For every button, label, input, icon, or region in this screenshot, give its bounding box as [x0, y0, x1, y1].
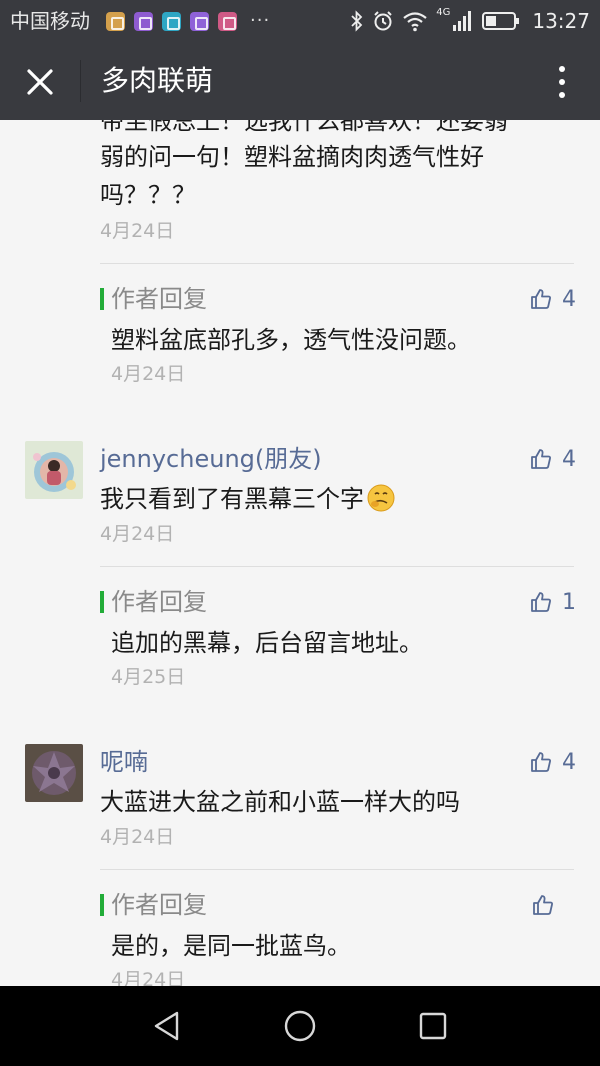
title-bar: 多肉联萌 — [0, 42, 600, 120]
page-title: 多肉联萌 — [101, 64, 214, 97]
more-notifications-label: ··· — [250, 10, 271, 31]
notification-app-icon — [134, 11, 153, 31]
more-vertical-icon — [559, 79, 565, 85]
wifi-icon — [403, 12, 427, 32]
author-reply-date: 4月24日 — [111, 363, 186, 385]
commenter-name[interactable]: 呢喃 — [100, 747, 148, 777]
recent-apps-button[interactable] — [403, 996, 463, 1056]
author-reply-text: 是的，是同一批蓝鸟。 — [111, 932, 351, 960]
comment-like-button[interactable]: 4 — [530, 444, 576, 474]
author-reply-text: 追加的黑幕，后台留言地址。 — [111, 629, 423, 657]
divider — [100, 263, 574, 264]
status-bar: 中国移动 ··· 4G 13:27 — [0, 0, 600, 42]
title-divider — [80, 60, 81, 102]
thumbs-up-icon — [531, 449, 551, 469]
like-count: 1 — [562, 589, 576, 615]
thumbs-up-icon — [531, 592, 551, 612]
comment-text-content: 我只看到了有黑幕三个字 — [100, 485, 364, 513]
triangle-back-icon — [154, 1011, 178, 1041]
more-menu-button[interactable] — [546, 60, 578, 104]
avatar-image — [25, 441, 83, 499]
like-count: 4 — [562, 446, 576, 472]
avatar[interactable] — [25, 441, 83, 499]
more-vertical-icon — [559, 92, 565, 98]
reply-like-button[interactable]: 1 — [530, 587, 576, 617]
close-icon — [27, 69, 53, 95]
notification-app-icon — [106, 11, 125, 31]
comment-item: 呢喃 4 大蓝进大盆之前和小蓝一样大的吗 4月24日 作者回复 是的，是同一批蓝… — [0, 741, 600, 986]
author-reply-text: 塑料盆底部孔多，透气性没问题。 — [111, 326, 471, 354]
thumbs-up-icon — [531, 289, 551, 309]
author-reply-label: 作者回复 — [100, 890, 207, 920]
thumbs-up-icon — [533, 895, 553, 915]
author-reply-date: 4月25日 — [111, 666, 186, 688]
notification-icons: ··· — [106, 10, 270, 32]
carrier-label: 中国移动 — [10, 9, 90, 33]
clock-label: 13:27 — [532, 9, 590, 33]
author-reply-date: 4月24日 — [111, 969, 186, 986]
comment-like-button[interactable]: 4 — [530, 747, 576, 777]
author-reply-label: 作者回复 — [100, 284, 207, 314]
circle-home-icon — [284, 1010, 316, 1042]
bluetooth-icon — [351, 10, 363, 32]
status-right: 4G 13:27 — [350, 6, 590, 36]
notification-app-icon — [218, 11, 237, 31]
comment-list[interactable]: 带至假总上！选我什么都喜欢！还要弱 弱的问一句！塑料盆摘肉肉透气性好吗？？？ 4… — [0, 120, 600, 986]
comment-date: 4月24日 — [100, 826, 175, 848]
battery-icon — [482, 12, 520, 30]
commenter-name[interactable]: jennycheung(朋友) — [100, 444, 322, 474]
more-vertical-icon — [559, 66, 565, 72]
comment-item: 带至假总上！选我什么都喜欢！还要弱 弱的问一句！塑料盆摘肉肉透气性好吗？？？ 4… — [0, 120, 600, 410]
signal-icon — [453, 11, 472, 31]
like-count: 4 — [562, 749, 576, 775]
system-nav-bar — [0, 986, 600, 1066]
network-type-label: 4G — [436, 6, 451, 18]
avatar[interactable] — [25, 744, 83, 802]
alarm-icon — [374, 11, 392, 31]
like-count: 4 — [562, 286, 576, 312]
comment-date: 4月24日 — [100, 220, 175, 242]
comment-text: 大蓝进大盆之前和小蓝一样大的吗 — [100, 788, 460, 816]
comment-text: 我只看到了有黑幕三个字 — [100, 480, 570, 518]
reply-like-button[interactable]: 4 — [530, 284, 576, 314]
back-button[interactable] — [137, 996, 197, 1056]
home-button[interactable] — [270, 996, 330, 1056]
close-button[interactable] — [18, 60, 62, 104]
square-recent-icon — [420, 1012, 447, 1040]
grimace-emoji-icon — [367, 484, 395, 512]
divider — [100, 566, 574, 567]
reply-like-button[interactable] — [532, 890, 564, 920]
comment-date: 4月24日 — [100, 523, 175, 545]
comment-text-partial: 带至假总上！选我什么都喜欢！还要弱 — [100, 120, 508, 135]
avatar-image — [25, 744, 83, 802]
thumbs-up-icon — [531, 752, 551, 772]
divider — [100, 869, 574, 870]
comment-text: 弱的问一句！塑料盆摘肉肉透气性好吗？？？ — [100, 143, 484, 209]
notification-app-icon — [190, 11, 209, 31]
comment-item: jennycheung(朋友) 4 我只看到了有黑幕三个字 4月24日 作者回复… — [0, 438, 600, 738]
author-reply-label: 作者回复 — [100, 587, 207, 617]
notification-app-icon — [162, 11, 181, 31]
